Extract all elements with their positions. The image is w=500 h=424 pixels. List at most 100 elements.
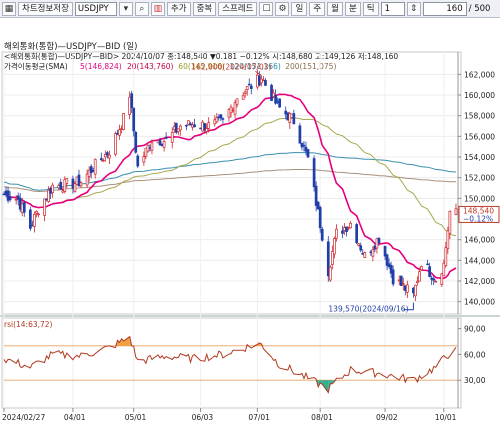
candle-body (377, 238, 381, 244)
candle-body (278, 98, 281, 108)
candle-body (8, 196, 12, 200)
candle-body (349, 222, 352, 229)
date-tick-label: 06/03 (192, 413, 214, 422)
last-change-label: −0.12% (463, 214, 493, 223)
range-total: / 500 (468, 3, 491, 14)
candle-body (434, 281, 438, 283)
candle-body (318, 207, 322, 229)
count-input[interactable]: 1 (380, 1, 405, 16)
candle-body (132, 107, 136, 132)
candle-body (118, 129, 121, 136)
rsi-oversold-fill (330, 380, 333, 384)
overlay-button[interactable]: 중복 (192, 1, 217, 16)
candle-body (43, 198, 46, 216)
candle-body (136, 155, 140, 167)
candle-body (420, 266, 423, 271)
rsi-plot-frame (1, 317, 462, 409)
ma-legend: 가격이동평균(SMA) 5(146,824) 20(143,760) 60(145,9… (4, 61, 336, 71)
price-tick-label: 160,000 (464, 91, 495, 100)
price-tick-label: 162,000 (464, 70, 495, 79)
candle-body (178, 125, 182, 131)
candle-body (249, 85, 253, 89)
search-icon[interactable]: ⌕ (134, 1, 149, 16)
candle-body (33, 214, 36, 227)
candle-body (454, 208, 458, 216)
candle-body (164, 137, 168, 139)
date-tick-label: 04/01 (64, 413, 86, 422)
price-tick-label: 146,000 (464, 236, 495, 245)
period-week-button[interactable]: 주 (309, 1, 326, 16)
range-input[interactable]: 160 (422, 1, 467, 16)
date-tick-label: 07/01 (248, 413, 270, 422)
candle-body (207, 122, 211, 129)
candle-body (150, 142, 154, 151)
price-tick-label: 140,000 (464, 298, 495, 307)
candle-body (432, 278, 436, 281)
date-tick-label: 05/01 (125, 413, 147, 422)
candle-body (37, 213, 40, 216)
date-tick-label: 10/01 (435, 413, 457, 422)
candle-body (99, 158, 103, 161)
candle-body (22, 202, 26, 213)
period-minute-button[interactable]: 분 (344, 1, 361, 16)
high-annotation: 162,000(2024/07/03) (191, 62, 271, 71)
candle-body (418, 271, 421, 282)
candle-body (335, 228, 338, 239)
stepper-icon[interactable]: ⇕ (406, 1, 421, 16)
candle-body (114, 133, 117, 155)
candle-body (306, 149, 310, 158)
price-tick-label: 150,000 (464, 194, 495, 203)
add-button[interactable]: 추가 (166, 1, 191, 16)
candle-body (359, 245, 363, 251)
period-day-button[interactable]: 일 (291, 1, 308, 16)
symbol-value: USDJPY (77, 3, 109, 14)
candle-body (247, 83, 251, 86)
grid-icon[interactable]: ▦ (2, 1, 16, 16)
candle-body (264, 80, 267, 86)
candle-body (108, 154, 111, 159)
candle-body (215, 117, 219, 123)
candle-body (448, 210, 452, 234)
candle-body (333, 238, 336, 255)
price-tick-label: 144,000 (464, 256, 495, 265)
settings-icon[interactable]: ⚙ (275, 1, 290, 16)
checkbox-icon[interactable]: ☐ (259, 1, 274, 16)
candle-body (101, 159, 105, 162)
candle-body (219, 114, 223, 119)
ma-legend-label: 가격이동평균(SMA) (4, 61, 68, 71)
candle-body (405, 284, 409, 293)
dropdown-arrow-icon[interactable]: ▾ (118, 1, 133, 16)
rsi-tick-label: 30,00 (464, 376, 486, 385)
candle-body (444, 247, 448, 266)
price-tick-label: 154,000 (464, 153, 495, 162)
chart-type-icon[interactable]: ▥ (150, 1, 165, 16)
candle-body (243, 91, 247, 94)
candle-body (51, 184, 54, 193)
price-chart[interactable]: 해외통화(통합)—USDJPY—BID (일) <해외통화(통합)—USDJPY… (0, 18, 500, 424)
candle-body (221, 118, 225, 120)
candle-body (428, 266, 431, 277)
candle-body (193, 124, 196, 128)
candle-body (162, 141, 166, 148)
candle-body (130, 93, 134, 108)
price-tick-label: 158,000 (464, 112, 495, 121)
candle-body (355, 224, 359, 244)
candle-body (328, 266, 332, 281)
candle-body (205, 128, 209, 132)
period-tick-button[interactable]: 틱 (362, 1, 379, 16)
symbol-select[interactable]: USDJPY (74, 1, 117, 16)
candle-body (426, 263, 429, 266)
date-axis: 2024/02/27 04/01 05/01 06/03 07/01 08/01 09/02… (2, 408, 457, 422)
date-tick-label: 2024/02/27 (2, 413, 45, 422)
date-tick-label: 08/01 (311, 413, 333, 422)
save-chart-info-button[interactable]: 차트정보저장 (18, 1, 73, 16)
ma-legend-item: 5(146,824) (80, 62, 122, 71)
chart-title: 해외통화(통합)—USDJPY—BID (일) (4, 41, 137, 52)
rsi-tick-label: 90,00 (464, 325, 486, 334)
period-month-button[interactable]: 월 (327, 1, 343, 16)
candle-body (241, 95, 245, 100)
candle-body (391, 269, 395, 285)
candle-body (414, 284, 417, 297)
toolbar: ▦ 차트정보저장 USDJPY ▾ ⌕ ▥ 추가 중복 스프레드 ☐ ⚙ 일 주… (0, 0, 500, 18)
spread-button[interactable]: 스프레드 (218, 1, 258, 16)
